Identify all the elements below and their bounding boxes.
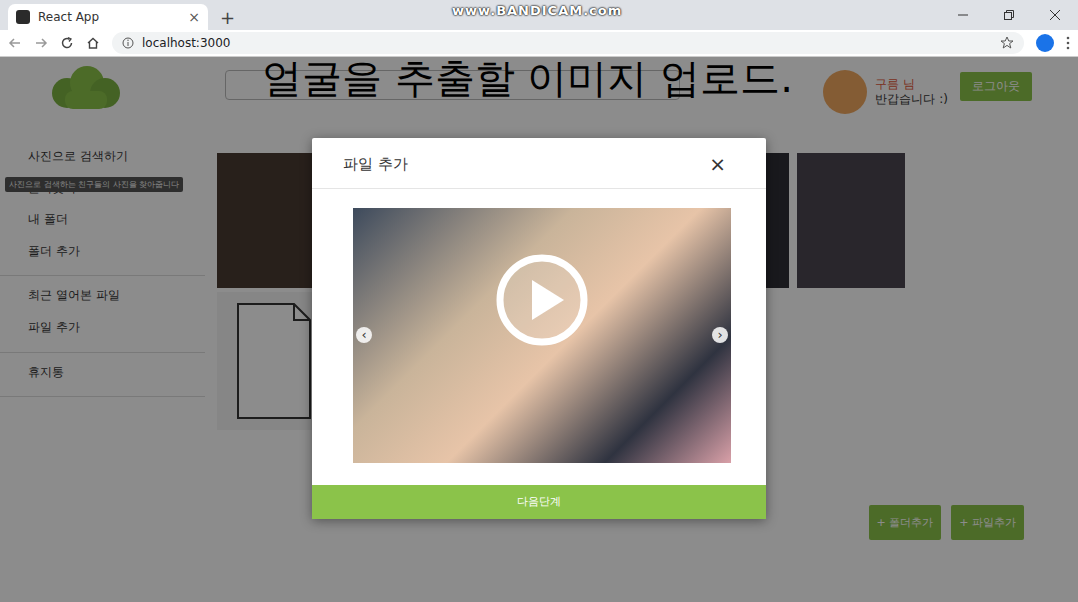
menu-icon[interactable]: [1066, 36, 1070, 50]
app-page: 구름 님반갑습니다 :)로그아웃사진으로 검색하기즐겨찾기내 폴더폴더 추가최근…: [0, 57, 1078, 602]
profile-avatar[interactable]: [1036, 34, 1054, 52]
dialog-close-button[interactable]: ×: [709, 154, 726, 174]
tab-close-button[interactable]: ×: [188, 9, 200, 25]
video-caption: 얼굴을 추출할 이미지 업로드.: [262, 55, 793, 101]
address-bar: localhost:3000: [0, 30, 1078, 57]
dialog-header: 파일 추가 ×: [312, 138, 766, 189]
next-step-button[interactable]: 다음단계: [312, 485, 766, 519]
tab-title: React App: [38, 10, 180, 24]
modal-overlay: 파일 추가×‹›다음단계: [0, 57, 1078, 602]
browser-tab[interactable]: React App ×: [8, 4, 208, 30]
dialog-title: 파일 추가: [343, 155, 408, 174]
url-field[interactable]: localhost:3000: [112, 32, 1024, 54]
forward-icon[interactable]: [34, 36, 48, 50]
info-icon[interactable]: [122, 37, 134, 49]
home-icon[interactable]: [86, 36, 100, 50]
photo-preview: ‹›: [353, 208, 731, 463]
close-icon: [1050, 10, 1060, 20]
close-window-button[interactable]: [1032, 0, 1078, 30]
previous-button[interactable]: ‹: [356, 327, 372, 343]
reload-icon[interactable]: [60, 36, 74, 50]
restore-button[interactable]: [986, 0, 1032, 30]
back-icon[interactable]: [8, 36, 22, 50]
next-button[interactable]: ›: [712, 327, 728, 343]
url-text: localhost:3000: [142, 36, 230, 50]
minimize-icon: [958, 10, 968, 20]
react-favicon-icon: [16, 10, 30, 24]
add-file-dialog: 파일 추가×‹›다음단계: [312, 138, 766, 519]
restore-icon: [1004, 10, 1014, 20]
new-tab-button[interactable]: +: [214, 4, 241, 30]
window-controls: [940, 0, 1078, 30]
minimize-button[interactable]: [940, 0, 986, 30]
watermark: www.BANDICAM.com: [452, 3, 622, 18]
dialog-body: ‹›: [312, 189, 766, 485]
star-icon[interactable]: [1000, 36, 1014, 50]
play-icon[interactable]: [494, 252, 590, 348]
